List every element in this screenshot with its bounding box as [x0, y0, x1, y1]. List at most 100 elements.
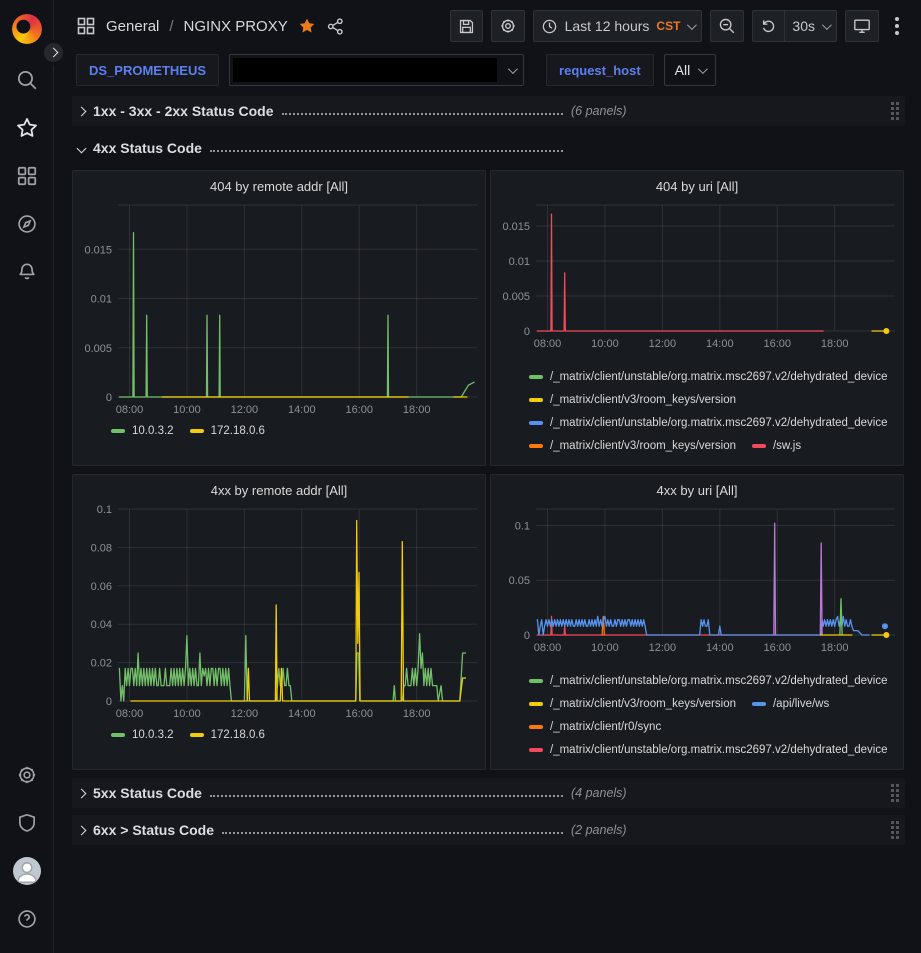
panel-404-by-remote-addr: 404 by remote addr [All] 08:0010:0012:00…: [72, 170, 486, 466]
sidebar-item-explore[interactable]: [7, 204, 47, 244]
breadcrumb-divider: /: [169, 18, 173, 35]
legend-item[interactable]: /_matrix/client/unstable/org.matrix.msc2…: [529, 741, 888, 759]
save-icon: [458, 18, 475, 35]
legend-swatch: [190, 429, 204, 433]
legend-item[interactable]: /sw.js: [752, 437, 801, 455]
svg-text:18:00: 18:00: [821, 338, 849, 350]
help-icon[interactable]: [7, 899, 47, 939]
search-icon[interactable]: [7, 60, 47, 100]
sidebar-expand-button[interactable]: [41, 40, 66, 65]
chevron-down-icon: [508, 64, 518, 74]
row-drag-handle[interactable]: [891, 784, 899, 802]
refresh-button[interactable]: [752, 10, 784, 42]
dotted-leader: [222, 824, 563, 834]
clock-icon: [541, 18, 558, 35]
panel-4xx-by-remote-addr: 4xx by remote addr [All] 08:0010:0012:00…: [72, 474, 486, 770]
svg-text:18:00: 18:00: [403, 708, 431, 720]
sidebar-item-alerting[interactable]: [7, 252, 47, 292]
apps-icon: [76, 16, 96, 36]
legend-item[interactable]: /api/live/ws: [752, 695, 829, 713]
legend-swatch: [529, 702, 543, 706]
sidebar-item-server-admin[interactable]: [7, 803, 47, 843]
legend-label: /api/live/ws: [773, 695, 829, 713]
chevron-down-icon: [698, 64, 708, 74]
legend: /_matrix/client/unstable/org.matrix.msc2…: [491, 658, 903, 769]
save-dashboard-button[interactable]: [450, 10, 483, 42]
sidebar-item-configuration[interactable]: [7, 755, 47, 795]
legend-item[interactable]: /_matrix/client/unstable/org.matrix.msc2…: [529, 368, 888, 386]
legend-label: /_matrix/client/unstable/org.matrix.msc2…: [550, 368, 888, 386]
variable-value-ds-prometheus[interactable]: [229, 54, 524, 86]
refresh-interval-picker[interactable]: 30s: [784, 10, 837, 42]
panel-title[interactable]: 4xx by uri [All]: [491, 480, 903, 502]
chevron-right-icon: [77, 106, 87, 116]
more-options-button[interactable]: [887, 17, 907, 35]
svg-text:0: 0: [524, 630, 530, 642]
panel-row-2: 4xx by remote addr [All] 08:0010:0012:00…: [72, 474, 905, 770]
legend-item[interactable]: 172.18.0.6: [190, 422, 265, 440]
timeseries-chart[interactable]: 08:0010:0012:0014:0016:0018:0000.020.040…: [73, 504, 485, 724]
time-range-picker[interactable]: Last 12 hours CST: [533, 10, 703, 42]
legend-item[interactable]: 172.18.0.6: [190, 726, 265, 744]
cycle-view-mode-button[interactable]: [845, 10, 879, 42]
panel-title[interactable]: 404 by remote addr [All]: [73, 176, 485, 198]
legend-item[interactable]: /_matrix/client/r0/sync: [529, 718, 661, 736]
sidebar-item-starred[interactable]: [7, 108, 47, 148]
grafana-logo-icon[interactable]: [7, 12, 47, 52]
row-6xx[interactable]: 6xx > Status Code (2 panels): [72, 815, 905, 845]
legend: /_matrix/client/unstable/org.matrix.msc2…: [491, 354, 903, 465]
row-5xx[interactable]: 5xx Status Code (4 panels): [72, 778, 905, 808]
timeseries-chart[interactable]: 08:0010:0012:0014:0016:0018:0000.0050.01…: [73, 200, 485, 420]
legend-swatch: [529, 444, 543, 448]
grafana-app: General / NGINX PROXY Last 12 hours CST: [0, 0, 921, 953]
legend-label: /_matrix/client/unstable/org.matrix.msc2…: [550, 672, 888, 690]
share-icon[interactable]: [326, 17, 345, 36]
chevron-down-icon: [687, 20, 697, 30]
svg-text:0.01: 0.01: [91, 294, 112, 306]
dashboard-settings-button[interactable]: [491, 10, 525, 42]
row-4xx[interactable]: 4xx Status Code: [72, 133, 905, 163]
zoom-out-button[interactable]: [710, 10, 744, 42]
row-1xx-3xx-2xx[interactable]: 1xx - 3xx - 2xx Status Code (6 panels): [72, 96, 905, 126]
legend-swatch: [752, 444, 766, 448]
svg-text:0.04: 0.04: [91, 619, 112, 631]
timeseries-chart[interactable]: 08:0010:0012:0014:0016:0018:0000.0050.01…: [491, 200, 903, 354]
time-range-label: Last 12 hours: [565, 18, 650, 34]
timeseries-chart[interactable]: 08:0010:0012:0014:0016:0018:0000.050.1: [491, 504, 903, 658]
variable-selected-value: All: [675, 62, 691, 78]
svg-text:10:00: 10:00: [173, 404, 201, 416]
legend-swatch: [529, 398, 543, 402]
legend-label: /_matrix/client/r0/sync: [550, 718, 661, 736]
legend-item[interactable]: /_matrix/client/v3/room_keys/version: [529, 437, 736, 455]
row-drag-handle[interactable]: [891, 102, 899, 120]
legend-item[interactable]: /_matrix/client/unstable/org.matrix.msc2…: [529, 414, 888, 432]
svg-text:16:00: 16:00: [763, 642, 791, 654]
panel-4xx-by-uri: 4xx by uri [All] 08:0010:0012:0014:0016:…: [490, 474, 904, 770]
chevron-right-icon: [77, 825, 87, 835]
legend-label: 172.18.0.6: [211, 422, 265, 440]
variable-label-request-host[interactable]: request_host: [546, 54, 654, 86]
legend-label: 10.0.3.2: [132, 726, 174, 744]
panel-title[interactable]: 4xx by remote addr [All]: [73, 480, 485, 502]
legend-swatch: [529, 421, 543, 425]
row-drag-handle[interactable]: [891, 821, 899, 839]
legend-item[interactable]: /_matrix/client/v3/room_keys/version: [529, 695, 736, 713]
legend-item[interactable]: /_matrix/client/v3/room_keys/version: [529, 391, 736, 409]
legend-swatch: [529, 725, 543, 729]
legend-item[interactable]: /_matrix/client/unstable/org.matrix.msc2…: [529, 672, 888, 690]
breadcrumb-section[interactable]: General: [106, 18, 159, 35]
svg-text:10:00: 10:00: [591, 642, 619, 654]
legend-label: /_matrix/client/v3/room_keys/version: [550, 695, 736, 713]
legend-swatch: [111, 429, 125, 433]
svg-text:0.015: 0.015: [502, 221, 530, 233]
sidebar-item-dashboards[interactable]: [7, 156, 47, 196]
legend: 10.0.3.2 172.18.0.6: [73, 420, 485, 465]
variable-value-request-host[interactable]: All: [664, 54, 717, 86]
variable-label-ds-prometheus[interactable]: DS_PROMETHEUS: [76, 54, 219, 86]
favorite-star-icon[interactable]: [298, 17, 316, 35]
user-avatar[interactable]: [7, 851, 47, 891]
svg-text:16:00: 16:00: [763, 338, 791, 350]
legend-item[interactable]: 10.0.3.2: [111, 726, 174, 744]
panel-title[interactable]: 404 by uri [All]: [491, 176, 903, 198]
legend-item[interactable]: 10.0.3.2: [111, 422, 174, 440]
